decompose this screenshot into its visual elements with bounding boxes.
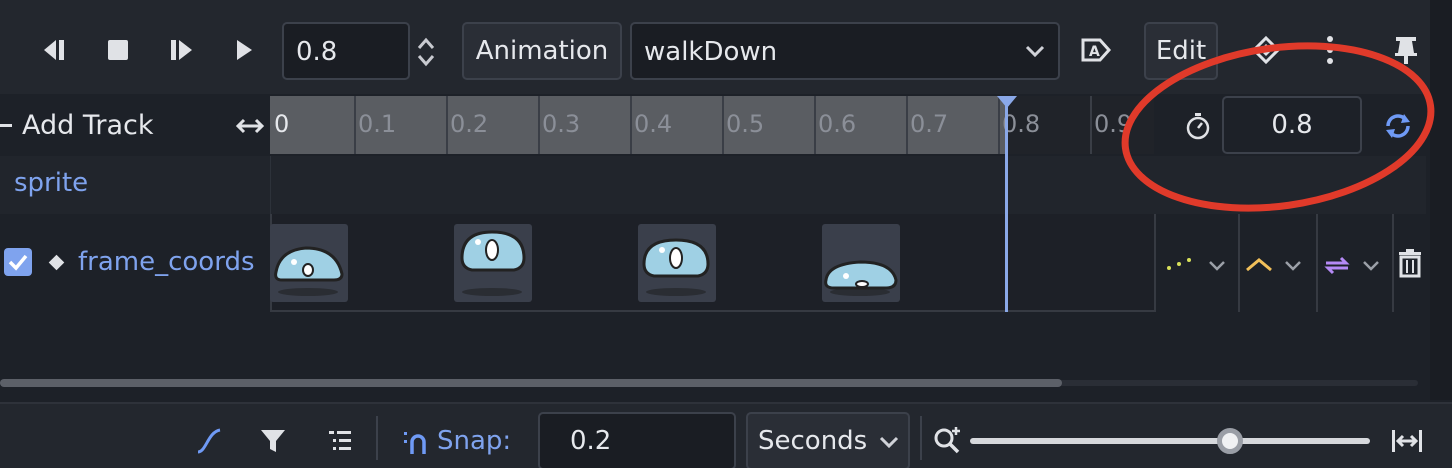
position-input[interactable]: 0.8 (282, 22, 410, 80)
animation-select[interactable]: walkDown (630, 22, 1060, 80)
ruler-tick (354, 96, 356, 154)
ruler-label: 0.1 (358, 110, 397, 138)
snap-value: 0.2 (570, 426, 612, 456)
horizontal-resize-icon[interactable] (234, 112, 266, 140)
ruler-tick (814, 96, 816, 154)
track-label[interactable]: frame_coords (78, 247, 255, 277)
spin-icon[interactable] (412, 30, 440, 74)
autoplay-icon[interactable]: A (1078, 32, 1114, 68)
keyframe-sprite[interactable] (270, 224, 348, 302)
ruler-tick (722, 96, 724, 154)
animation-menu-label: Animation (475, 36, 609, 66)
horizontal-scrollbar-thumb[interactable] (0, 379, 1062, 387)
animation-select-value: walkDown (644, 37, 778, 67)
track-list-icon[interactable] (322, 424, 356, 458)
ruler-tick (446, 96, 448, 154)
playhead-line[interactable] (1005, 104, 1008, 312)
bezier-icon[interactable] (192, 424, 226, 458)
track-options-divider (1238, 214, 1240, 312)
loop-wrap-icon[interactable] (1322, 250, 1386, 280)
snap-label[interactable]: Snap: (437, 426, 511, 456)
unit-select-value: Seconds (758, 426, 868, 456)
track-group-label[interactable]: sprite (14, 168, 88, 198)
play-icon[interactable] (228, 34, 260, 66)
stop-icon[interactable] (102, 34, 134, 66)
keyframe-sprite[interactable] (638, 224, 716, 302)
track-options-divider (1316, 214, 1318, 312)
trash-icon[interactable] (1394, 246, 1426, 280)
zoom-slider-handle[interactable] (1217, 428, 1243, 454)
unit-select[interactable]: Seconds (746, 412, 910, 468)
animation-menu-button[interactable]: Animation (462, 22, 622, 80)
bottom-separator (376, 416, 378, 460)
chevron-down-icon (878, 430, 900, 460)
track-enabled-checkbox[interactable] (4, 248, 32, 276)
ruler-tick (1090, 96, 1092, 154)
keyframe-sprite[interactable] (454, 224, 532, 302)
ruler-label: 0.2 (450, 110, 489, 138)
minus-icon (0, 124, 12, 127)
divider-group (270, 156, 271, 214)
playhead-handle[interactable] (997, 96, 1017, 108)
zoom-icon (930, 424, 964, 458)
position-value: 0.8 (296, 37, 338, 67)
ruler-tick (538, 96, 540, 154)
ruler-label: 0.7 (910, 110, 949, 138)
update-mode-icon[interactable] (1164, 250, 1228, 280)
ruler-label: 0.5 (726, 110, 765, 138)
red-annotation-circle (1121, 42, 1435, 212)
fit-icon[interactable] (1388, 424, 1426, 458)
track-options-divider (1154, 214, 1156, 312)
add-track-button[interactable]: Add Track (22, 110, 154, 141)
snap-icon[interactable] (398, 426, 432, 458)
ruler-label: 0.3 (542, 110, 581, 138)
ruler-label: 0 (274, 110, 290, 138)
interpolation-icon[interactable] (1244, 250, 1308, 280)
ruler-label: 0.6 (818, 110, 857, 138)
filter-icon[interactable] (256, 424, 290, 458)
bottom-separator (920, 416, 922, 460)
chevron-down-icon (1024, 40, 1046, 66)
ruler-tick (630, 96, 632, 154)
keyframe-sprite[interactable] (822, 224, 900, 302)
svg-text:A: A (1089, 44, 1100, 60)
ruler-label: 0.4 (634, 110, 673, 138)
zoom-slider[interactable] (970, 428, 1370, 454)
play-backwards-icon[interactable] (38, 34, 72, 66)
ruler-tick (906, 96, 908, 154)
play-from-start-icon[interactable] (164, 34, 198, 66)
snap-input[interactable]: 0.2 (538, 412, 736, 468)
